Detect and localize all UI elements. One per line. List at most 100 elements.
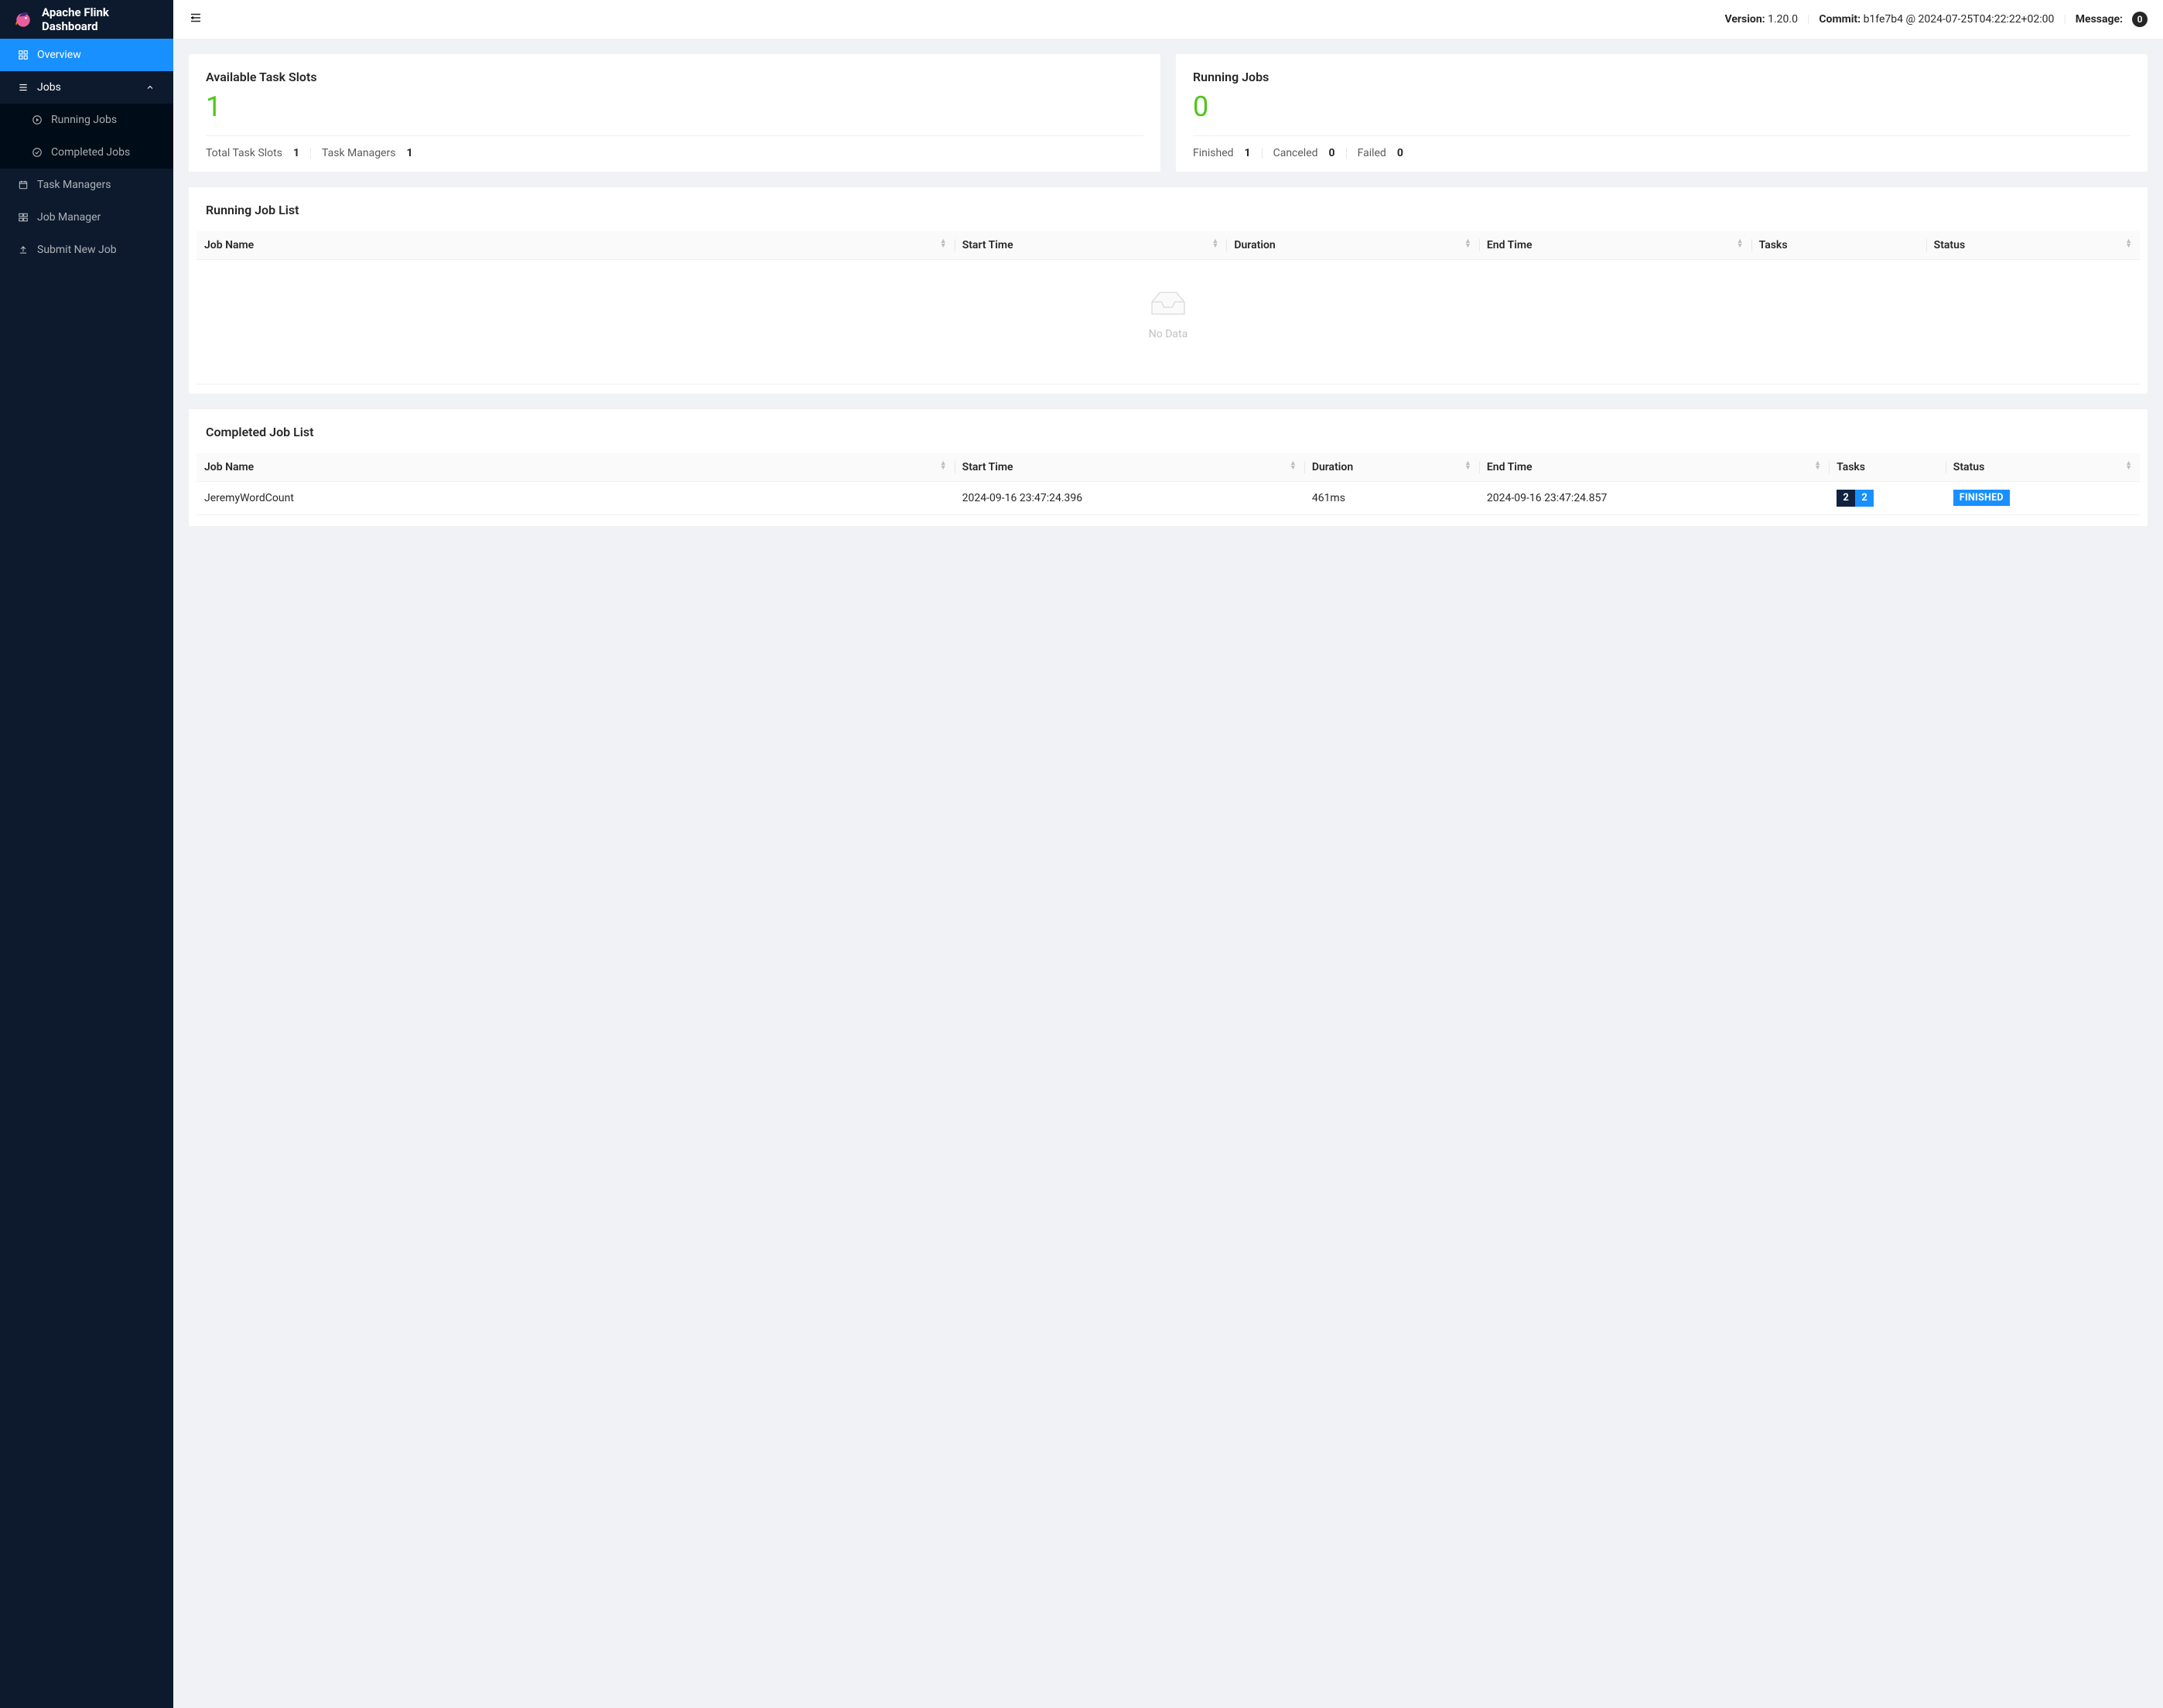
- upload-icon: [17, 244, 29, 256]
- separator: [1346, 148, 1347, 159]
- task-count-total: 2: [1837, 490, 1855, 507]
- sidebar-item-job-manager[interactable]: Job Manager: [0, 201, 173, 234]
- col-status[interactable]: Status▲▼: [1946, 453, 2140, 482]
- metric-label: Finished: [1193, 147, 1234, 159]
- build-icon: [17, 211, 29, 224]
- separator: [310, 148, 311, 159]
- card-running-jobs: Running Jobs 0 Finished 1 Canceled 0 Fai…: [1176, 54, 2148, 172]
- card-footer: Total Task Slots 1 Task Managers 1: [206, 147, 1143, 159]
- commit-block: Commit: b1fe7b4 @ 2024-07-25T04:22:22+02…: [1819, 13, 2054, 26]
- col-duration[interactable]: Duration▲▼: [1304, 453, 1479, 482]
- sort-icon: ▲▼: [1211, 239, 1218, 248]
- sidebar-item-label: Overview: [37, 49, 81, 61]
- cell-tasks: 22: [1829, 481, 1946, 514]
- panel-completed-job-list: Completed Job List Job Name▲▼ Start Time…: [189, 409, 2148, 526]
- sidebar-item-submit-new-job[interactable]: Submit New Job: [0, 234, 173, 266]
- sort-icon: ▲▼: [1737, 239, 1744, 248]
- sidebar-item-jobs[interactable]: Jobs: [0, 71, 173, 104]
- task-managers-value: 1: [406, 147, 412, 159]
- sort-icon: ▲▼: [940, 461, 947, 470]
- metric-label: Canceled: [1273, 147, 1318, 159]
- sort-icon: ▲▼: [2125, 239, 2132, 248]
- chevron-up-icon: [144, 81, 156, 94]
- cell-start-time: 2024-09-16 23:47:24.396: [955, 481, 1304, 514]
- table-header-row: Job Name▲▼ Start Time▲▼ Duration▲▼ End T…: [196, 453, 2140, 482]
- panel-title: Running Job List: [189, 187, 2148, 231]
- empty-text: No Data: [189, 328, 2148, 340]
- col-duration[interactable]: Duration▲▼: [1226, 231, 1479, 260]
- panel-title: Completed Job List: [189, 409, 2148, 453]
- sort-icon: ▲▼: [1814, 461, 1821, 470]
- table-row[interactable]: JeremyWordCount 2024-09-16 23:47:24.396 …: [196, 481, 2140, 514]
- running-jobs-value: 0: [1193, 92, 2131, 123]
- sidebar-item-label: Completed Jobs: [51, 146, 130, 159]
- metric-label: Task Managers: [322, 147, 395, 159]
- check-circle-icon: [31, 146, 43, 159]
- metric-label: Failed: [1358, 147, 1386, 159]
- col-tasks: Tasks: [1751, 231, 1926, 260]
- table-header-row: Job Name▲▼ Start Time▲▼ Duration▲▼ End T…: [196, 231, 2140, 260]
- dashboard-icon: [17, 49, 29, 61]
- col-end-time[interactable]: End Time▲▼: [1479, 453, 1829, 482]
- sort-icon: ▲▼: [2125, 461, 2132, 470]
- metric-label: Total Task Slots: [206, 147, 282, 159]
- cell-job-name: JeremyWordCount: [196, 481, 955, 514]
- empty-state: No Data: [189, 260, 2148, 364]
- canceled-value: 0: [1329, 147, 1335, 159]
- failed-value: 0: [1397, 147, 1403, 159]
- sidebar-item-running-jobs[interactable]: Running Jobs: [0, 104, 173, 136]
- sidebar-submenu-list: Running Jobs Completed Jobs: [0, 104, 173, 169]
- running-job-table: Job Name▲▼ Start Time▲▼ Duration▲▼ End T…: [196, 231, 2140, 260]
- commit-value: b1fe7b4 @ 2024-07-25T04:22:22+02:00: [1864, 13, 2055, 26]
- cell-duration: 461ms: [1304, 481, 1479, 514]
- separator: |: [2063, 13, 2066, 26]
- brand: Apache Flink Dashboard: [0, 0, 173, 39]
- col-start-time[interactable]: Start Time▲▼: [955, 231, 1227, 260]
- main: Version: 1.20.0 | Commit: b1fe7b4 @ 2024…: [173, 0, 2163, 1708]
- sort-icon: ▲▼: [1464, 239, 1471, 248]
- sidebar-item-label: Submit New Job: [37, 244, 117, 256]
- separator: |: [1807, 13, 1809, 26]
- bars-icon: [17, 81, 29, 94]
- col-tasks: Tasks: [1829, 453, 1946, 482]
- panel-running-job-list: Running Job List Job Name▲▼ Start Time▲▼…: [189, 187, 2148, 394]
- completed-job-table: Job Name▲▼ Start Time▲▼ Duration▲▼ End T…: [196, 453, 2140, 515]
- col-job-name[interactable]: Job Name▲▼: [196, 453, 955, 482]
- sort-icon: ▲▼: [1290, 461, 1297, 470]
- topbar: Version: 1.20.0 | Commit: b1fe7b4 @ 2024…: [173, 0, 2163, 39]
- card-title: Available Task Slots: [206, 70, 1143, 84]
- sidebar-item-overview[interactable]: Overview: [0, 39, 173, 71]
- flink-logo-icon: [12, 9, 34, 30]
- message-block: Message:: [2076, 13, 2123, 26]
- status-badge: FINISHED: [1953, 490, 2010, 506]
- col-status[interactable]: Status▲▼: [1926, 231, 2140, 260]
- message-count-badge[interactable]: 0: [2132, 12, 2148, 27]
- version-value: 1.20.0: [1768, 13, 1798, 26]
- cell-end-time: 2024-09-16 23:47:24.857: [1479, 481, 1829, 514]
- separator: [1262, 148, 1263, 159]
- finished-value: 1: [1245, 147, 1251, 159]
- total-task-slots-value: 1: [293, 147, 299, 159]
- message-label: Message:: [2076, 13, 2123, 26]
- sidebar-item-label: Jobs: [37, 81, 61, 94]
- task-count-finished: 2: [1855, 490, 1874, 507]
- col-job-name[interactable]: Job Name▲▼: [196, 231, 955, 260]
- sidebar-item-task-managers[interactable]: Task Managers: [0, 169, 173, 201]
- sort-icon: ▲▼: [1464, 461, 1471, 470]
- divider: [206, 135, 1143, 136]
- sort-icon: ▲▼: [940, 239, 947, 248]
- commit-label: Commit:: [1819, 13, 1861, 26]
- sidebar-submenu-jobs: Jobs Running Jobs Completed Job: [0, 71, 173, 169]
- col-end-time[interactable]: End Time▲▼: [1479, 231, 1751, 260]
- card-title: Running Jobs: [1193, 70, 2131, 84]
- sidebar-item-label: Running Jobs: [51, 114, 117, 126]
- col-start-time[interactable]: Start Time▲▼: [955, 453, 1304, 482]
- sidebar-menu: Overview Jobs Running J: [0, 39, 173, 266]
- version-label: Version:: [1724, 13, 1765, 26]
- sidebar-collapse-button[interactable]: [189, 11, 203, 28]
- available-slots-value: 1: [206, 92, 1143, 123]
- card-available-task-slots: Available Task Slots 1 Total Task Slots …: [189, 54, 1160, 172]
- card-footer: Finished 1 Canceled 0 Failed 0: [1193, 147, 2131, 159]
- sidebar-item-completed-jobs[interactable]: Completed Jobs: [0, 136, 173, 169]
- inbox-icon: [1146, 309, 1190, 322]
